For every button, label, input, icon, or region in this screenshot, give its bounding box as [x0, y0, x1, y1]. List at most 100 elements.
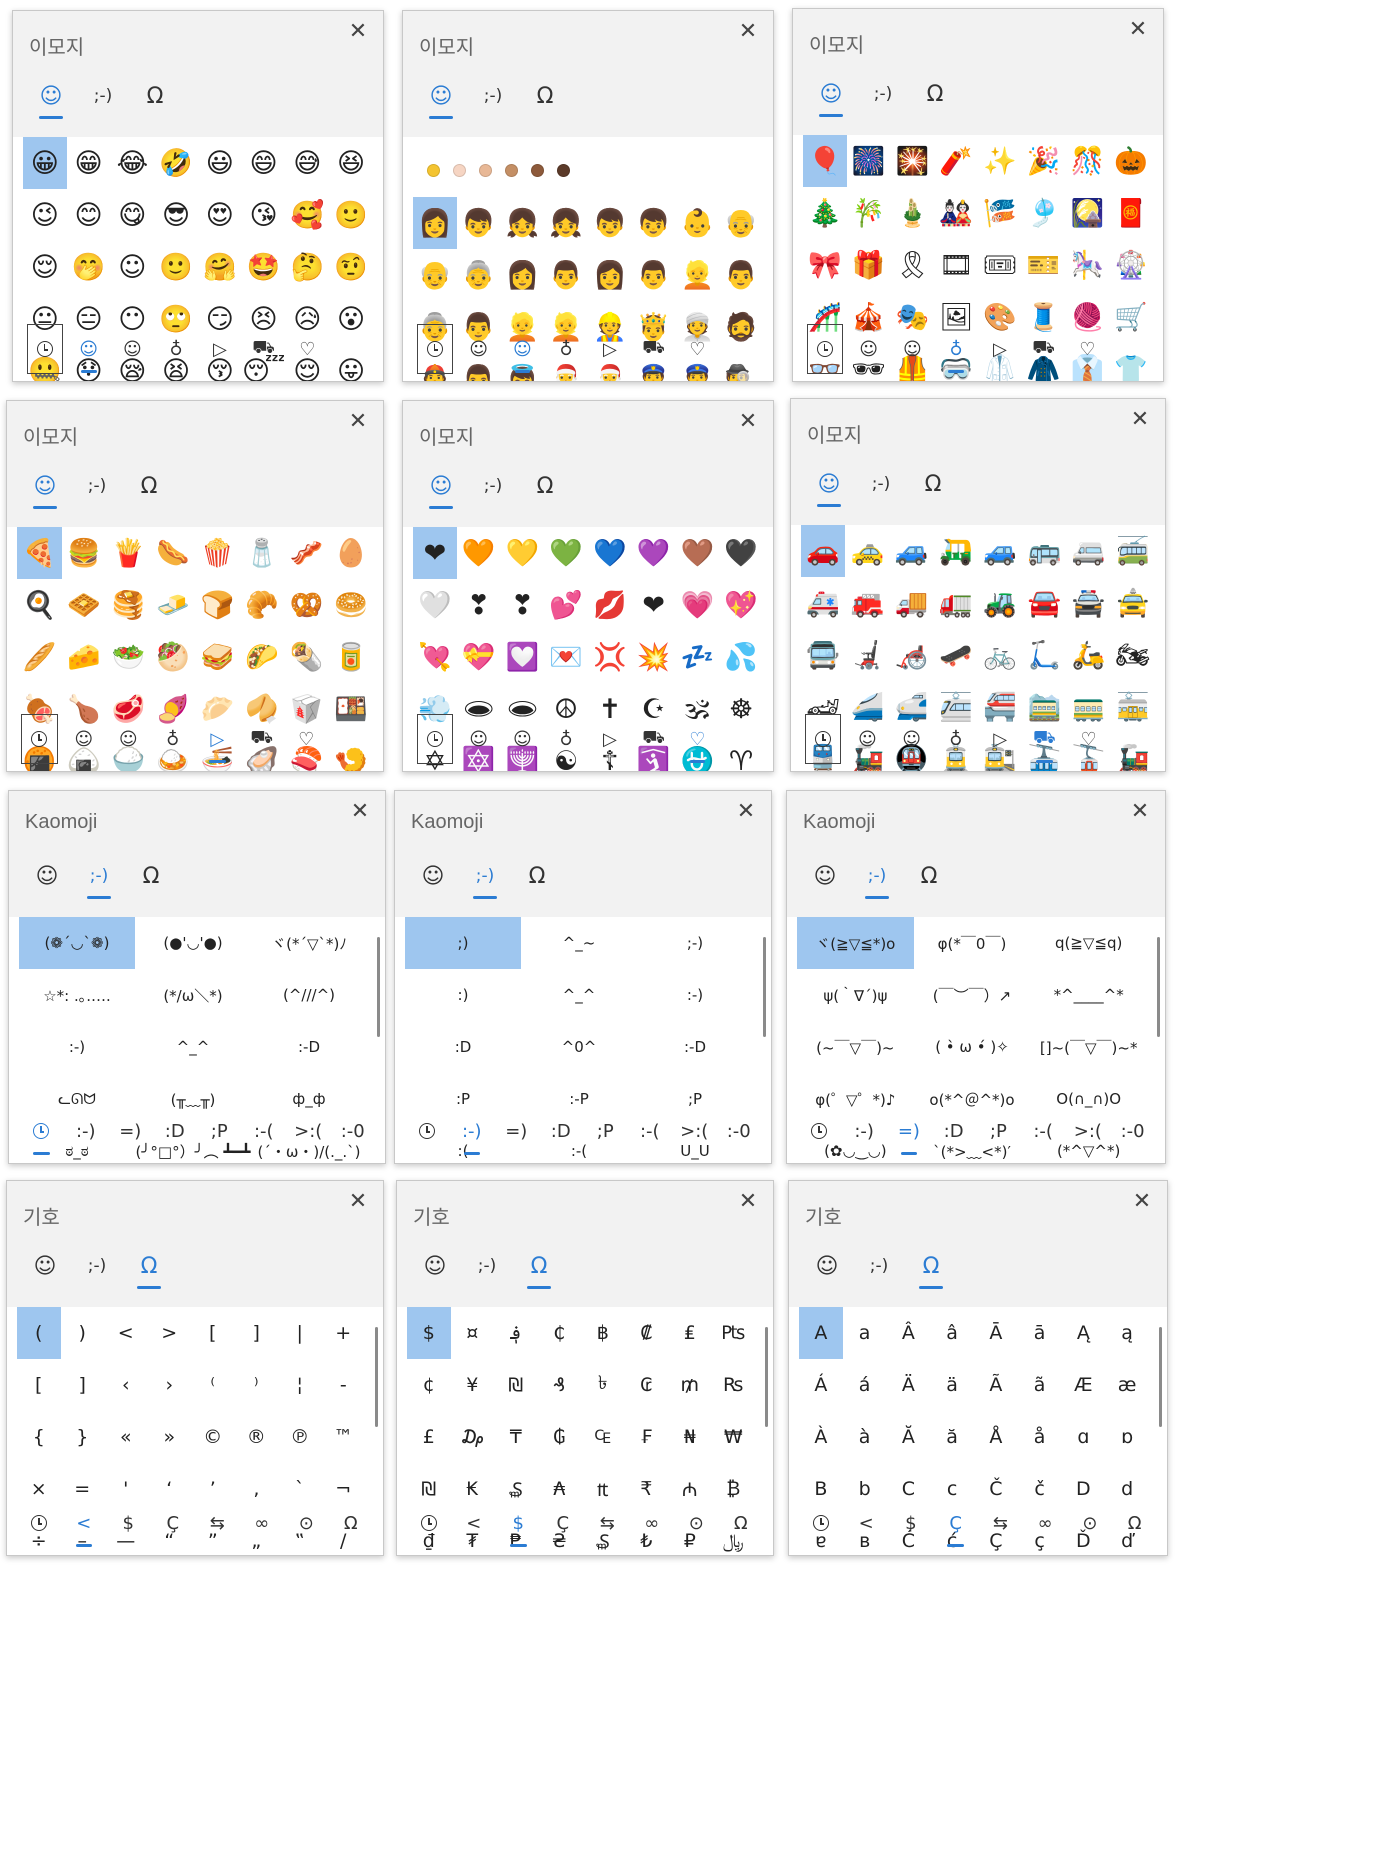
emoji-cell[interactable]: 🥙: [151, 631, 196, 683]
emoji-cell[interactable]: 👦: [588, 197, 632, 249]
kaomoji-cell[interactable]: :): [405, 969, 521, 1021]
tab-kaomoji[interactable]: ;-): [73, 851, 125, 901]
category-recent-clock-icon[interactable]: [413, 323, 457, 375]
kaomoji-cell[interactable]: ^_^: [135, 1021, 251, 1073]
tab-symbols[interactable]: Ω: [129, 71, 181, 121]
symbol-cell[interactable]: (: [17, 1307, 61, 1359]
kaomoji-category[interactable]: :-0: [1110, 1105, 1155, 1157]
category-pizza-icon[interactable]: ▷: [588, 713, 632, 765]
symbol-category[interactable]: ⊙: [284, 1497, 329, 1549]
emoji-cell[interactable]: 🖤: [719, 527, 763, 579]
tab-emoji[interactable]: ☺: [21, 851, 73, 901]
category-recent-clock-icon[interactable]: [801, 713, 845, 765]
category-balloon-icon[interactable]: ♁: [151, 713, 196, 765]
symbol-cell[interactable]: £: [407, 1411, 451, 1463]
emoji-cell[interactable]: 🎄: [803, 187, 847, 239]
emoji-cell[interactable]: 💕: [544, 579, 588, 631]
category-pizza-icon[interactable]: ▷: [978, 713, 1022, 765]
emoji-cell[interactable]: 🎏: [978, 187, 1022, 239]
emoji-cell[interactable]: 🍿: [195, 527, 240, 579]
emoji-cell[interactable]: 👶: [676, 197, 720, 249]
symbol-cell[interactable]: ₸: [494, 1411, 538, 1463]
emoji-cell[interactable]: 🧧: [1109, 187, 1153, 239]
symbol-cell[interactable]: »: [148, 1411, 192, 1463]
emoji-cell[interactable]: 🥪: [195, 631, 240, 683]
emoji-cell[interactable]: 💟: [501, 631, 545, 683]
symbol-category[interactable]: [407, 1497, 452, 1549]
kaomoji-cell[interactable]: ^_~: [521, 917, 637, 969]
category-balloon-icon[interactable]: ♁: [154, 323, 198, 375]
symbol-cell[interactable]: ₢: [625, 1359, 669, 1411]
kaomoji-cell[interactable]: :-): [19, 1021, 135, 1073]
kaomoji-category[interactable]: [405, 1105, 450, 1157]
emoji-cell[interactable]: 💘: [413, 631, 457, 683]
kaomoji-cell[interactable]: (●'◡'●): [135, 917, 251, 969]
symbol-cell[interactable]: ): [61, 1307, 105, 1359]
kaomoji-category[interactable]: :-): [64, 1105, 109, 1157]
emoji-cell[interactable]: 🍞: [195, 579, 240, 631]
kaomoji-category[interactable]: :-): [842, 1105, 887, 1157]
emoji-cell[interactable]: 👧: [544, 197, 588, 249]
symbol-category[interactable]: Ç: [151, 1497, 196, 1549]
scrollbar[interactable]: [1159, 1327, 1162, 1427]
emoji-cell[interactable]: 💝: [457, 631, 501, 683]
symbol-category[interactable]: $: [496, 1497, 541, 1549]
tab-kaomoji[interactable]: ;-): [851, 851, 903, 901]
symbol-cell[interactable]: ₠: [581, 1411, 625, 1463]
emoji-cell[interactable]: 🥞: [106, 579, 151, 631]
emoji-cell[interactable]: 👱: [676, 249, 720, 301]
kaomoji-cell[interactable]: (^///^): [251, 969, 367, 1021]
emoji-cell[interactable]: 🚛: [934, 577, 978, 629]
tab-emoji[interactable]: ☺: [19, 461, 71, 511]
skin-tone-swatch[interactable]: [557, 163, 570, 177]
symbol-cell[interactable]: Ā: [974, 1307, 1018, 1359]
emoji-cell[interactable]: 💗: [676, 579, 720, 631]
emoji-cell[interactable]: 🤔: [286, 241, 330, 293]
kaomoji-category[interactable]: :-0: [717, 1105, 762, 1157]
symbol-cell[interactable]: ₨: [712, 1359, 756, 1411]
tab-kaomoji[interactable]: ;-): [71, 461, 123, 511]
scrollbar[interactable]: [765, 1327, 768, 1427]
emoji-cell[interactable]: 🥨: [284, 579, 329, 631]
scrollbar[interactable]: [375, 1327, 378, 1427]
symbol-cell[interactable]: ₡: [625, 1307, 669, 1359]
symbol-cell[interactable]: ₩: [712, 1411, 756, 1463]
emoji-cell[interactable]: 🎗: [891, 239, 935, 291]
category-person-icon[interactable]: ☺: [891, 323, 935, 375]
symbol-cell[interactable]: ¤: [451, 1307, 495, 1359]
symbol-cell[interactable]: $: [407, 1307, 451, 1359]
scrollbar[interactable]: [377, 937, 380, 1037]
symbol-cell[interactable]: ৳: [581, 1359, 625, 1411]
symbol-cell[interactable]: {: [17, 1411, 61, 1463]
kaomoji-cell[interactable]: ^_^: [521, 969, 637, 1021]
emoji-cell[interactable]: 🤗: [198, 241, 242, 293]
kaomoji-cell[interactable]: (~￣▽￣)~: [797, 1021, 914, 1073]
symbol-cell[interactable]: ɒ: [1105, 1411, 1149, 1463]
symbol-category[interactable]: $: [889, 1497, 934, 1549]
emoji-cell[interactable]: 🙂: [329, 189, 373, 241]
tab-symbols[interactable]: Ω: [511, 851, 563, 901]
symbol-cell[interactable]: }: [61, 1411, 105, 1463]
kaomoji-cell[interactable]: ☆*: .｡.….: [19, 969, 135, 1021]
emoji-cell[interactable]: 🎊: [1066, 135, 1110, 187]
close-icon[interactable]: ✕: [735, 1189, 761, 1215]
kaomoji-category[interactable]: =): [494, 1105, 539, 1157]
emoji-cell[interactable]: 🎐: [1022, 187, 1066, 239]
emoji-cell[interactable]: 🎍: [891, 187, 935, 239]
emoji-cell[interactable]: 🍕: [17, 527, 62, 579]
kaomoji-cell[interactable]: :-): [637, 969, 753, 1021]
symbol-cell[interactable]: +: [322, 1307, 366, 1359]
emoji-cell[interactable]: 💚: [544, 527, 588, 579]
emoji-cell[interactable]: 🥚: [329, 527, 374, 579]
emoji-cell[interactable]: 🍳: [17, 579, 62, 631]
emoji-cell[interactable]: 😃: [198, 137, 242, 189]
emoji-cell[interactable]: 🧀: [62, 631, 107, 683]
tab-symbols[interactable]: Ω: [909, 69, 961, 119]
tab-emoji[interactable]: ☺: [801, 1241, 853, 1291]
emoji-cell[interactable]: 🚖: [1111, 577, 1155, 629]
emoji-cell[interactable]: 😆: [329, 137, 373, 189]
tab-emoji[interactable]: ☺: [25, 71, 77, 121]
symbol-cell[interactable]: ™: [322, 1411, 366, 1463]
symbol-cell[interactable]: à: [843, 1411, 887, 1463]
emoji-cell[interactable]: 🤭: [67, 241, 111, 293]
